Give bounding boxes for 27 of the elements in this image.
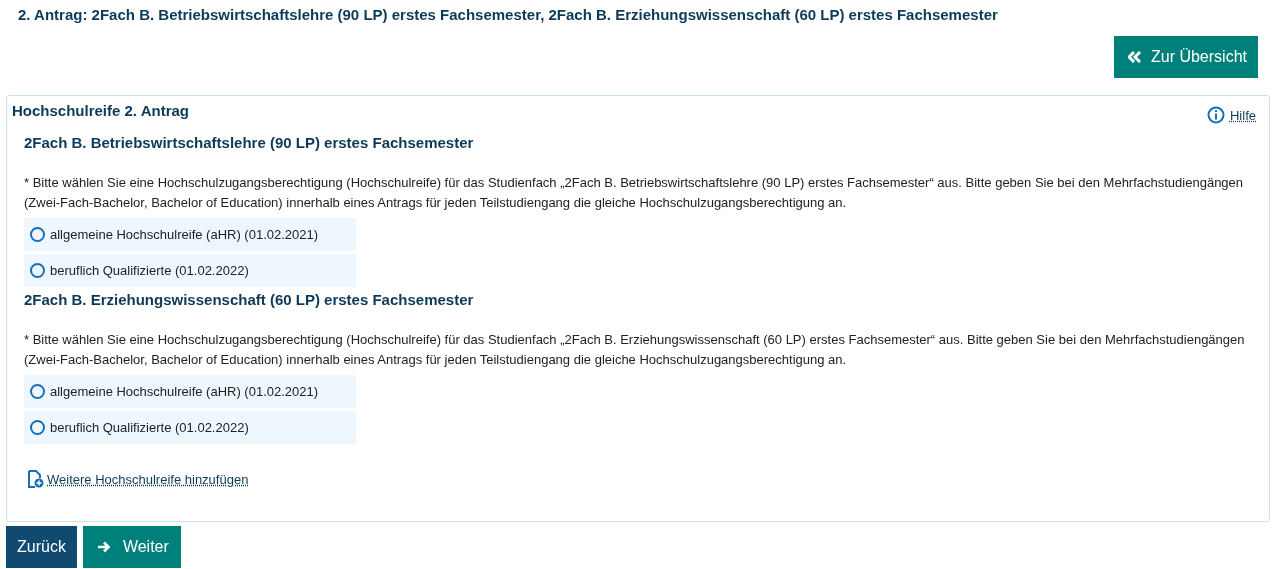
radio-button[interactable] <box>30 420 45 435</box>
back-button[interactable]: Zurück <box>6 526 77 568</box>
option-label: beruflich Qualifizierte (01.02.2022) <box>50 263 249 278</box>
section-heading: 2Fach B. Betriebswirtschaftslehre (90 LP) erstes Fachsemester <box>24 134 475 151</box>
double-chevron-icon <box>1127 51 1141 63</box>
radio-option[interactable]: allgemeine Hochschulreife (aHR) (01.02.2021) <box>24 375 356 408</box>
option-label: beruflich Qualifizierte (01.02.2022) <box>50 420 249 435</box>
page-title: 2. Antrag: 2Fach B. Betriebswirtschaftslehre (90 LP) erstes Fachsemester, 2Fach B. Erziehungswissenschaft (60 LP) erstes Fachsemester <box>18 6 999 23</box>
radio-button[interactable] <box>30 227 45 242</box>
info-icon <box>1207 106 1225 124</box>
add-document-icon <box>27 470 44 488</box>
next-button[interactable]: Weiter <box>82 526 181 568</box>
instruction-text: * Bitte wählen Sie eine Hochschulzugangsberechtigung (Hochschulreife) für das Studienfach „2Fach B. Betriebswirtschaftslehre (90 LP) erstes Fachsemester“ aus. Bitte geben Sie bei den Mehrfachstudiengängen (Zwei-Fach-Bachelor, Bachelor of Education) innerhalb eines Antrags für jeden Teilstudiengang die gleiche Hochschulzugangsberechtigung an. <box>24 174 1245 212</box>
radio-option[interactable]: allgemeine Hochschulreife (aHR) (01.02.2021) <box>24 218 356 251</box>
arrow-right-icon <box>96 541 111 553</box>
radio-button[interactable] <box>30 384 45 399</box>
radio-button[interactable] <box>30 263 45 278</box>
help-link[interactable]: Hilfe <box>1207 106 1256 124</box>
instruction-text: * Bitte wählen Sie eine Hochschulzugangsberechtigung (Hochschulreife) für das Studienfach „2Fach B. Erziehungswissenschaft (60 LP) erstes Fachsemester“ aus. Bitte geben Sie bei den Mehrfachstudiengängen (Zwei-Fach-Bachelor, Bachelor of Education) innerhalb eines Antrags für jeden Teilstudiengang die gleiche Hochschulzugangsberechtigung an. <box>24 331 1246 369</box>
overview-button[interactable]: Zur Übersicht <box>1113 36 1258 78</box>
section-heading: 2Fach B. Erziehungswissenschaft (60 LP) erstes Fachsemester <box>24 291 475 308</box>
add-link[interactable]: Weitere Hochschulreife hinzufügen <box>27 470 1256 488</box>
option-label: allgemeine Hochschulreife (aHR) (01.02.2021) <box>50 227 319 242</box>
option-label: allgemeine Hochschulreife (aHR) (01.02.2021) <box>50 384 319 399</box>
panel-title: Hochschulreife 2. Antrag <box>12 102 189 119</box>
radio-option[interactable]: beruflich Qualifizierte (01.02.2022) <box>24 411 356 444</box>
radio-option[interactable]: beruflich Qualifizierte (01.02.2022) <box>24 254 356 287</box>
